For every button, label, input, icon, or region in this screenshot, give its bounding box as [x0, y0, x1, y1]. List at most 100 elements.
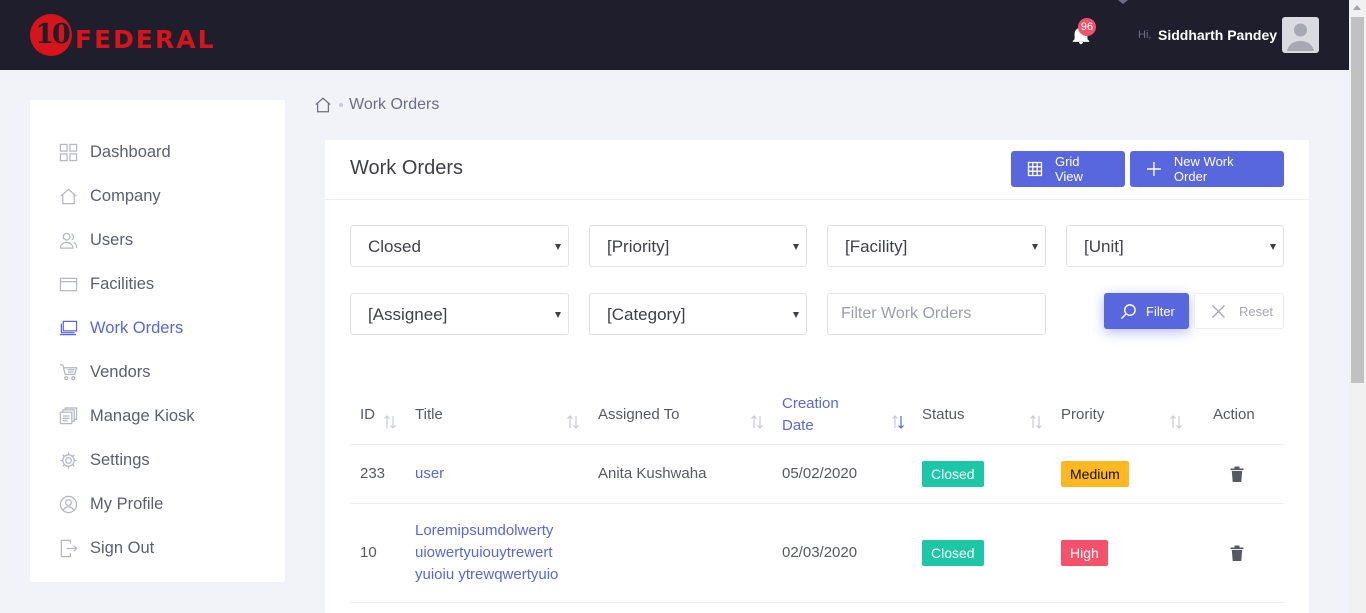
reset-button[interactable]: Reset [1194, 293, 1284, 329]
trash-icon[interactable] [1229, 465, 1245, 483]
priority-badge: Medium [1061, 461, 1129, 487]
row-divider [350, 503, 1284, 504]
sort-icon[interactable] [382, 414, 398, 430]
unit-select-value: [Unit] [1084, 237, 1124, 256]
sidebar-item-label: Company [90, 186, 161, 205]
facility-select-value: [Facility] [845, 237, 908, 256]
category-select[interactable]: [Category] [589, 293, 807, 335]
settings-icon [59, 451, 78, 470]
filter-label: Filter [1146, 303, 1175, 319]
breadcrumb-current[interactable]: Work Orders [349, 96, 439, 114]
facility-select[interactable]: [Facility] [827, 225, 1046, 267]
sidebar-item-company[interactable]: Company [30, 174, 285, 218]
sidebar-item-sign-out[interactable]: Sign Out [30, 526, 285, 570]
sidebar-item-label: Settings [90, 450, 150, 469]
sort-icon[interactable] [1028, 414, 1044, 430]
sort-icon[interactable] [565, 414, 581, 430]
column-header-title[interactable]: Title [415, 385, 443, 445]
column-header-creation-date[interactable]: Creation Date [782, 385, 839, 445]
title-line: user [415, 465, 445, 482]
unit-select[interactable]: [Unit] [1066, 225, 1284, 267]
home-icon[interactable] [314, 96, 332, 114]
user-avatar-icon [1287, 23, 1314, 51]
creation-label-line2: Date [782, 417, 814, 434]
column-header-label: Title [415, 406, 443, 423]
sign-out-icon [59, 539, 78, 558]
logo-text: FEDERAL [75, 25, 216, 54]
close-icon [1212, 304, 1225, 318]
sidebar-item-vendors[interactable]: Vendors [30, 350, 285, 394]
assignee-select[interactable]: [Assignee] [350, 293, 569, 335]
users-icon [59, 231, 78, 250]
trash-icon[interactable] [1229, 544, 1245, 562]
filter-button[interactable]: Filter [1104, 293, 1189, 329]
scroll-up-arrow-icon[interactable] [1353, 5, 1361, 10]
avatar[interactable] [1282, 17, 1319, 53]
sidebar-item-users[interactable]: Users [30, 218, 285, 262]
sidebar-item-dashboard[interactable]: Dashboard [30, 130, 285, 174]
sort-desc-icon[interactable] [890, 414, 906, 430]
sidebar-item-facilities[interactable]: Facilities [30, 262, 285, 306]
logo-number: 10 [35, 19, 71, 50]
priority-select[interactable]: [Priority] [589, 225, 807, 267]
column-header-label: Creation Date [782, 393, 839, 437]
creation-label-line1: Creation [782, 395, 839, 412]
plus-icon [1146, 162, 1161, 176]
sidebar-item-my-profile[interactable]: My Profile [30, 482, 285, 526]
page-title: Work Orders [350, 157, 463, 179]
chevron-down-icon [1032, 244, 1038, 250]
column-header-priority[interactable]: Prority [1061, 385, 1104, 445]
sort-icon[interactable] [1168, 414, 1184, 430]
breadcrumb: Work Orders [314, 94, 439, 116]
breadcrumb-separator [339, 103, 343, 107]
sidebar-item-settings[interactable]: Settings [30, 438, 285, 482]
category-select-value: [Category] [607, 305, 686, 324]
filter-work-orders-input[interactable]: Filter Work Orders [827, 293, 1046, 335]
priority-select-value: [Priority] [607, 237, 670, 256]
title-line: uiowertyuiouytrewert [415, 544, 553, 561]
chevron-down-icon [1270, 244, 1276, 250]
new-work-order-label: New Work Order [1173, 154, 1234, 184]
sort-icon[interactable] [749, 414, 765, 430]
caret-icon [1118, 0, 1128, 4]
column-header-label: Prority [1061, 406, 1105, 423]
cell-id: 10 [360, 544, 377, 561]
kiosk-icon [59, 406, 78, 426]
sidebar-item-label: My Profile [90, 494, 164, 513]
page-scrollbar[interactable] [1349, 0, 1366, 613]
search-icon [1120, 303, 1136, 319]
sidebar-item-manage-kiosk[interactable]: Manage Kiosk [30, 394, 285, 438]
scroll-thumb[interactable] [1351, 17, 1364, 383]
grid-view-label: Grid View [1054, 154, 1083, 184]
status-select-value: Closed [368, 237, 421, 256]
sidebar-item-label: Facilities [90, 274, 155, 293]
user-name[interactable]: Siddharth Pandey [1158, 27, 1277, 43]
status-badge: Closed [922, 540, 984, 566]
cell-title-link[interactable]: user [415, 463, 444, 485]
grid-view-button[interactable]: Grid View [1011, 151, 1125, 187]
chevron-down-icon [555, 244, 561, 250]
dashboard-icon [59, 143, 78, 162]
notification-badge[interactable]: 96 [1078, 18, 1096, 36]
status-badge: Closed [922, 461, 984, 487]
greeting: Hi, [1138, 29, 1152, 41]
chevron-down-icon [793, 244, 799, 250]
column-header-id[interactable]: ID [360, 385, 375, 445]
column-header-label: Action [1213, 406, 1255, 423]
column-header-assigned-to[interactable]: Assigned To [598, 385, 679, 445]
title-line: Loremipsumdolwerty [415, 522, 554, 539]
sidebar: Dashboard Company Users Facilities Work … [30, 100, 285, 582]
status-select[interactable]: Closed [350, 225, 569, 267]
column-header-label: ID [360, 406, 375, 423]
sidebar-item-work-orders[interactable]: Work Orders [30, 306, 285, 350]
column-header-action: Action [1213, 385, 1255, 445]
cell-title-link[interactable]: Loremipsumdolwerty uiowertyuiouytrewert … [415, 520, 558, 586]
new-work-order-button[interactable]: New Work Order [1130, 151, 1284, 187]
cell-creation-date: 02/03/2020 [782, 544, 858, 561]
federal-logo[interactable]: 10 FEDERAL [30, 14, 240, 58]
sidebar-item-label: Sign Out [90, 538, 155, 557]
grid-icon [1027, 161, 1043, 177]
profile-icon [59, 495, 78, 514]
column-header-status[interactable]: Status [922, 385, 965, 445]
top-bar: 10 FEDERAL 96 Hi, Siddharth Pandey [0, 0, 1349, 70]
